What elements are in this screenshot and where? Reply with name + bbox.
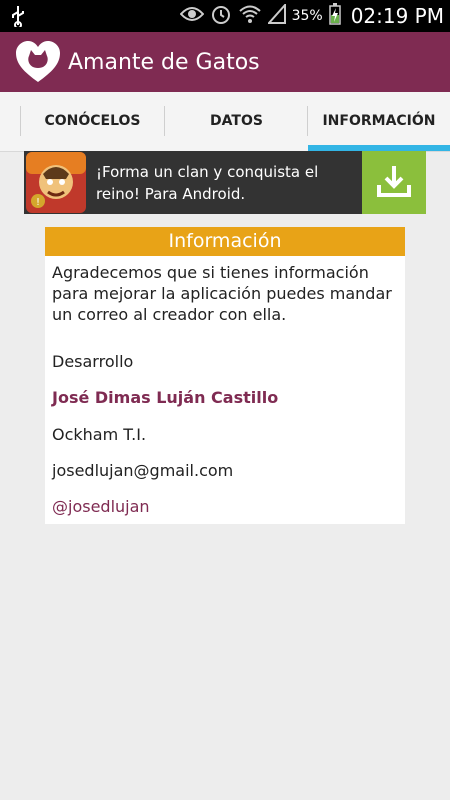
ad-download-button[interactable] — [362, 151, 426, 214]
twitter-link[interactable]: @josedlujan — [52, 497, 150, 516]
info-card-header: Información — [45, 227, 405, 256]
tab-bar: CONÓCELOS DATOS INFORMACIÓN — [0, 92, 450, 152]
clock: 02:19 PM — [350, 4, 444, 28]
company-name: Ockham T.I. — [52, 425, 147, 444]
cat-heart-logo-icon[interactable] — [14, 38, 62, 86]
game-app-icon[interactable]: ! — [26, 152, 86, 213]
alarm-icon — [210, 3, 232, 29]
battery-charging-icon — [328, 3, 341, 29]
info-paragraph: Agradecemos que si tienes información pa… — [52, 263, 392, 324]
status-bar: 35% 02:19 PM — [0, 0, 450, 32]
info-card: Información Agradecemos que si tienes in… — [45, 227, 405, 524]
development-label: Desarrollo — [52, 352, 134, 371]
ad-text[interactable]: ¡Forma un clan y conquista el reino! Par… — [96, 161, 366, 205]
tab-informacion[interactable]: INFORMACIÓN — [308, 92, 450, 150]
developer-name: José Dimas Luján Castillo — [52, 388, 279, 407]
battery-percent: 35% — [291, 8, 323, 24]
usb-icon — [10, 5, 26, 31]
wifi-icon — [238, 4, 262, 28]
signal-icon — [266, 2, 286, 28]
email-text[interactable]: josedlujan@gmail.com — [52, 461, 233, 480]
svg-text:!: ! — [36, 197, 40, 208]
tab-conocelos[interactable]: CONÓCELOS — [21, 92, 164, 150]
app-bar: Amante de Gatos — [0, 32, 450, 92]
download-icon — [376, 163, 412, 203]
eye-icon — [179, 6, 204, 26]
app-title: Amante de Gatos — [68, 49, 260, 75]
ad-banner[interactable]: ! ¡Forma un clan y conquista el reino! P… — [24, 151, 426, 214]
tab-datos[interactable]: DATOS — [165, 92, 308, 150]
